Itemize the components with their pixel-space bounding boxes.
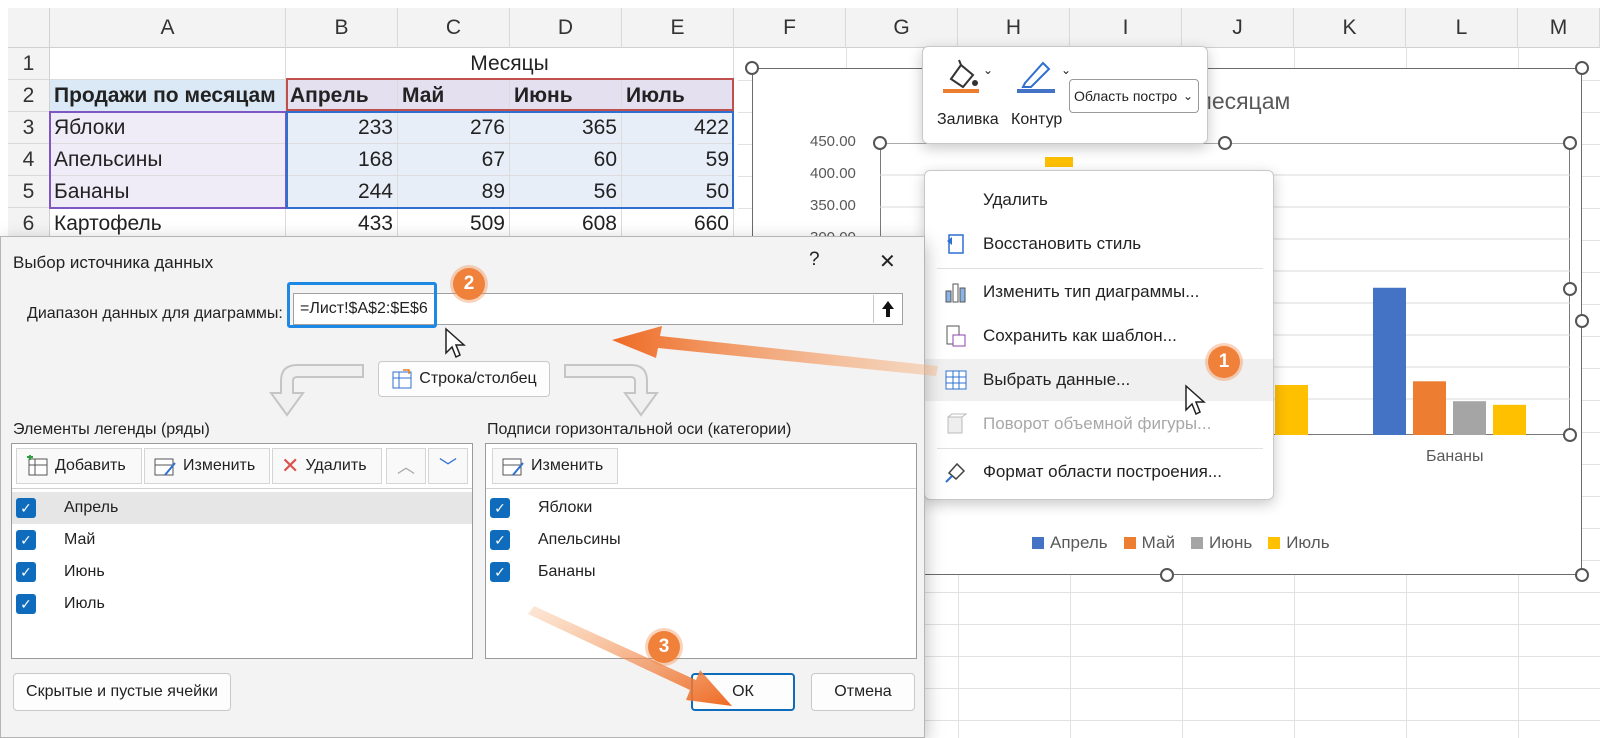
- step-badge-2: 2: [453, 268, 485, 300]
- annotation-arrows: [528, 326, 938, 706]
- step-badge-3: 3: [648, 631, 680, 663]
- mouse-cursor-icon: [445, 327, 466, 359]
- mouse-cursor-icon: [1185, 384, 1206, 416]
- step-badge-1: 1: [1208, 346, 1240, 378]
